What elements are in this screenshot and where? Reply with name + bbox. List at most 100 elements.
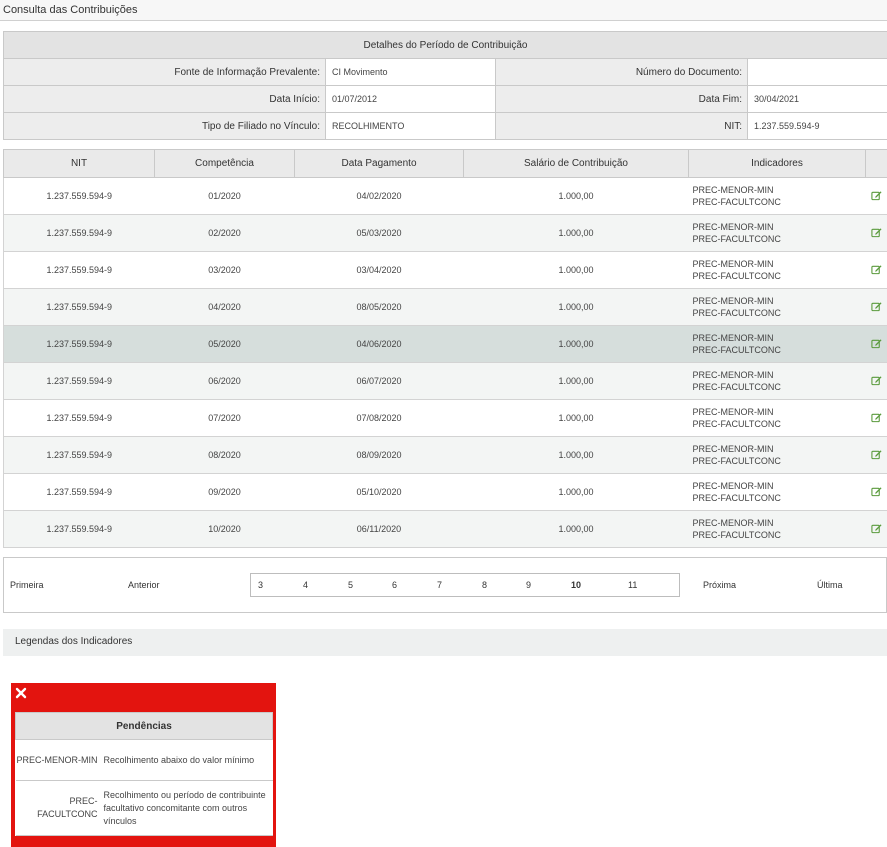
cell-indicadores: PREC-MENOR-MIN PREC-FACULTCONC xyxy=(688,362,866,400)
cell-nit: 1.237.559.594-9 xyxy=(3,399,155,437)
pagination-first[interactable]: Primeira xyxy=(10,580,44,590)
cell-indicadores: PREC-MENOR-MIN PREC-FACULTCONC xyxy=(688,288,866,326)
cell-indicadores: PREC-MENOR-MIN PREC-FACULTCONC xyxy=(688,214,866,252)
cell-indicadores: PREC-MENOR-MIN PREC-FACULTCONC xyxy=(688,399,866,437)
cell-nit: 1.237.559.594-9 xyxy=(3,177,155,215)
cell-indicadores: PREC-MENOR-MIN PREC-FACULTCONC xyxy=(688,436,866,474)
cell-indicadores: PREC-MENOR-MIN PREC-FACULTCONC xyxy=(688,251,866,289)
cell-nit: 1.237.559.594-9 xyxy=(3,251,155,289)
legend-section-title: Legendas dos Indicadores xyxy=(3,629,887,656)
cell-data-pagamento: 06/07/2020 xyxy=(294,362,464,400)
indicator-1: PREC-MENOR-MIN xyxy=(692,407,774,417)
legend-code: PREC-MENOR-MIN xyxy=(15,739,104,781)
close-icon[interactable] xyxy=(15,687,27,699)
table-row[interactable]: 1.237.559.594-9 03/2020 03/04/2020 1.000,00… xyxy=(3,251,887,289)
cell-actions xyxy=(865,251,887,289)
cell-data-pagamento: 08/05/2020 xyxy=(294,288,464,326)
fonte-value: CI Movimento xyxy=(325,58,496,86)
edit-icon[interactable] xyxy=(871,264,882,275)
column-header-data-pagamento[interactable]: Data Pagamento xyxy=(294,149,464,178)
indicator-2: PREC-FACULTCONC xyxy=(692,234,781,244)
cell-competencia: 05/2020 xyxy=(154,325,295,363)
cell-salario: 1.000,00 xyxy=(463,325,689,363)
column-header-actions xyxy=(865,149,887,178)
edit-icon[interactable] xyxy=(871,449,882,460)
indicator-2: PREC-FACULTCONC xyxy=(692,493,781,503)
cell-competencia: 01/2020 xyxy=(154,177,295,215)
pagination-next[interactable]: Próxima xyxy=(703,580,736,590)
legend-table-header: Pendências xyxy=(15,712,273,740)
cell-actions xyxy=(865,325,887,363)
cell-salario: 1.000,00 xyxy=(463,510,689,548)
page-link[interactable]: 11 xyxy=(628,580,637,590)
page-link[interactable]: 3 xyxy=(258,580,263,590)
table-row[interactable]: 1.237.559.594-9 10/2020 06/11/2020 1.000,00… xyxy=(3,510,887,548)
indicator-1: PREC-MENOR-MIN xyxy=(692,444,774,454)
cell-competencia: 09/2020 xyxy=(154,473,295,511)
pagination-previous[interactable]: Anterior xyxy=(128,580,160,590)
details-header: Detalhes do Período de Contribuição xyxy=(3,31,887,59)
indicator-1: PREC-MENOR-MIN xyxy=(692,333,774,343)
data-fim-value: 30/04/2021 xyxy=(747,85,887,113)
pagination: Primeira Anterior 3 4 5 6 7 8 9 10 11 Pr… xyxy=(3,557,887,613)
cell-nit: 1.237.559.594-9 xyxy=(3,325,155,363)
page-link[interactable]: 9 xyxy=(526,580,531,590)
table-row[interactable]: 1.237.559.594-9 08/2020 08/09/2020 1.000,00… xyxy=(3,436,887,474)
edit-icon[interactable] xyxy=(871,375,882,386)
column-header-nit[interactable]: NIT xyxy=(3,149,155,178)
table-row[interactable]: 1.237.559.594-9 04/2020 08/05/2020 1.000,00… xyxy=(3,288,887,326)
edit-icon[interactable] xyxy=(871,301,882,312)
indicator-1: PREC-MENOR-MIN xyxy=(692,518,774,528)
column-header-salario[interactable]: Salário de Contribuição xyxy=(463,149,689,178)
page-link-current[interactable]: 10 xyxy=(571,580,581,590)
page-link[interactable]: 5 xyxy=(348,580,353,590)
contribution-period-details: Detalhes do Período de Contribuição Font… xyxy=(3,31,887,140)
numero-documento-value xyxy=(747,58,887,86)
edit-icon[interactable] xyxy=(871,523,882,534)
indicator-1: PREC-MENOR-MIN xyxy=(692,481,774,491)
indicator-1: PREC-MENOR-MIN xyxy=(692,370,774,380)
pagination-pages: 3 4 5 6 7 8 9 10 11 xyxy=(250,573,680,597)
page-link[interactable]: 4 xyxy=(303,580,308,590)
cell-data-pagamento: 03/04/2020 xyxy=(294,251,464,289)
indicator-1: PREC-MENOR-MIN xyxy=(692,259,774,269)
indicator-2: PREC-FACULTCONC xyxy=(692,419,781,429)
page-link[interactable]: 6 xyxy=(392,580,397,590)
indicator-2: PREC-FACULTCONC xyxy=(692,530,781,540)
edit-icon[interactable] xyxy=(871,338,882,349)
page-link[interactable]: 7 xyxy=(437,580,442,590)
edit-icon[interactable] xyxy=(871,190,882,201)
cell-actions xyxy=(865,362,887,400)
table-row[interactable]: 1.237.559.594-9 07/2020 07/08/2020 1.000,00… xyxy=(3,399,887,437)
legend-panel: Pendências PREC-MENOR-MIN Recolhimento a… xyxy=(11,683,276,847)
cell-nit: 1.237.559.594-9 xyxy=(3,362,155,400)
cell-nit: 1.237.559.594-9 xyxy=(3,510,155,548)
page-link[interactable]: 8 xyxy=(482,580,487,590)
indicator-1: PREC-MENOR-MIN xyxy=(692,296,774,306)
cell-data-pagamento: 06/11/2020 xyxy=(294,510,464,548)
edit-icon[interactable] xyxy=(871,227,882,238)
cell-competencia: 06/2020 xyxy=(154,362,295,400)
table-row[interactable]: 1.237.559.594-9 02/2020 05/03/2020 1.000,00… xyxy=(3,214,887,252)
table-row[interactable]: 1.237.559.594-9 05/2020 04/06/2020 1.000,00… xyxy=(3,325,887,363)
table-row[interactable]: 1.237.559.594-9 01/2020 04/02/2020 1.000,00… xyxy=(3,177,887,215)
edit-icon[interactable] xyxy=(871,486,882,497)
indicator-2: PREC-FACULTCONC xyxy=(692,345,781,355)
cell-actions xyxy=(865,436,887,474)
table-row[interactable]: 1.237.559.594-9 06/2020 06/07/2020 1.000,00… xyxy=(3,362,887,400)
table-row[interactable]: 1.237.559.594-9 09/2020 05/10/2020 1.000,00… xyxy=(3,473,887,511)
cell-data-pagamento: 08/09/2020 xyxy=(294,436,464,474)
cell-data-pagamento: 05/10/2020 xyxy=(294,473,464,511)
cell-salario: 1.000,00 xyxy=(463,177,689,215)
fonte-label: Fonte de Informação Prevalente: xyxy=(3,58,326,86)
cell-indicadores: PREC-MENOR-MIN PREC-FACULTCONC xyxy=(688,325,866,363)
cell-competencia: 04/2020 xyxy=(154,288,295,326)
pagination-last[interactable]: Última xyxy=(817,580,843,590)
cell-nit: 1.237.559.594-9 xyxy=(3,473,155,511)
column-header-indicadores[interactable]: Indicadores xyxy=(688,149,866,178)
indicator-2: PREC-FACULTCONC xyxy=(692,308,781,318)
cell-actions xyxy=(865,399,887,437)
column-header-competencia[interactable]: Competência xyxy=(154,149,295,178)
tipo-filiado-value: RECOLHIMENTO xyxy=(325,112,496,140)
edit-icon[interactable] xyxy=(871,412,882,423)
